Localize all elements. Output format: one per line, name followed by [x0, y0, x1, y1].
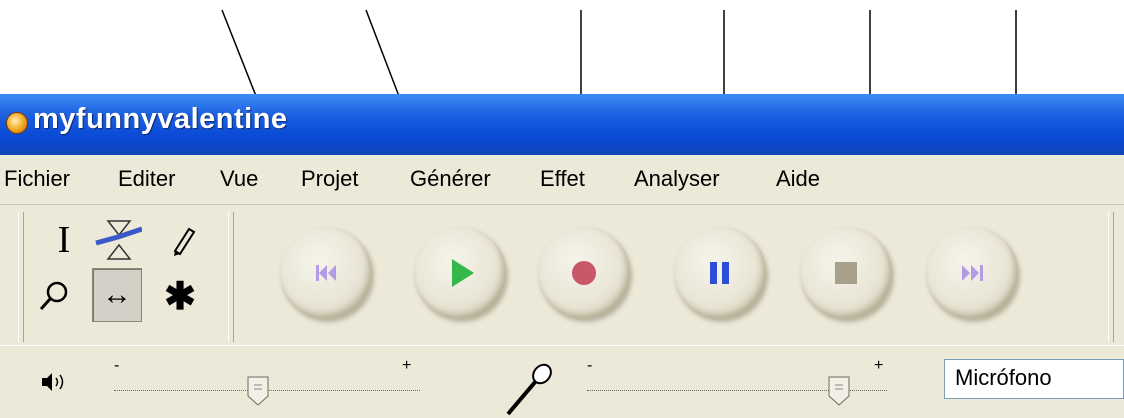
record-min-label: - — [587, 357, 593, 374]
skip-to-end-icon — [962, 265, 983, 281]
play-icon — [452, 259, 474, 287]
menu-projet[interactable]: Projet — [301, 166, 358, 192]
playback-volume-slider[interactable] — [247, 376, 269, 406]
window-title: myfunnyvalentine — [33, 103, 288, 135]
record-icon — [572, 261, 596, 285]
playback-min-label: - — [114, 357, 120, 374]
speaker-icon — [42, 373, 64, 391]
zoom-tool-icon[interactable] — [30, 270, 78, 322]
microphone-icon — [506, 363, 552, 416]
record-max-label: + — [874, 357, 884, 374]
pause-icon — [710, 262, 729, 284]
menu-aide[interactable]: Aide — [776, 166, 820, 192]
pause-button[interactable] — [674, 227, 766, 319]
menu-analyser[interactable]: Analyser — [634, 166, 720, 192]
playback-max-label: + — [402, 357, 412, 374]
draw-tool-icon[interactable] — [158, 214, 206, 266]
input-source-select[interactable]: Micrófono — [944, 359, 1124, 399]
selection-tool[interactable]: I — [40, 214, 88, 266]
app-icon — [6, 112, 28, 134]
toolbar-grip[interactable] — [18, 212, 24, 342]
menu-editer[interactable]: Editer — [118, 166, 175, 192]
record-volume-slider[interactable] — [828, 376, 850, 406]
skip-to-end-button[interactable] — [926, 227, 1018, 319]
toolbar-grip[interactable] — [1108, 212, 1114, 342]
envelope-tool-icon[interactable] — [94, 214, 142, 266]
toolbar-grip[interactable] — [228, 212, 234, 342]
stop-icon — [835, 262, 857, 284]
skip-to-start-icon — [316, 265, 336, 281]
menu-vue[interactable]: Vue — [220, 166, 258, 192]
record-button[interactable] — [538, 227, 630, 319]
menu-effet[interactable]: Effet — [540, 166, 585, 192]
skip-to-start-button[interactable] — [280, 227, 372, 319]
stop-button[interactable] — [800, 227, 892, 319]
timeshift-tool[interactable]: ↔ — [92, 268, 142, 322]
play-button[interactable] — [414, 227, 506, 319]
multi-tool[interactable]: ✱ — [156, 270, 204, 322]
menu-generer[interactable]: Générer — [410, 166, 491, 192]
menu-fichier[interactable]: Fichier — [4, 166, 70, 192]
